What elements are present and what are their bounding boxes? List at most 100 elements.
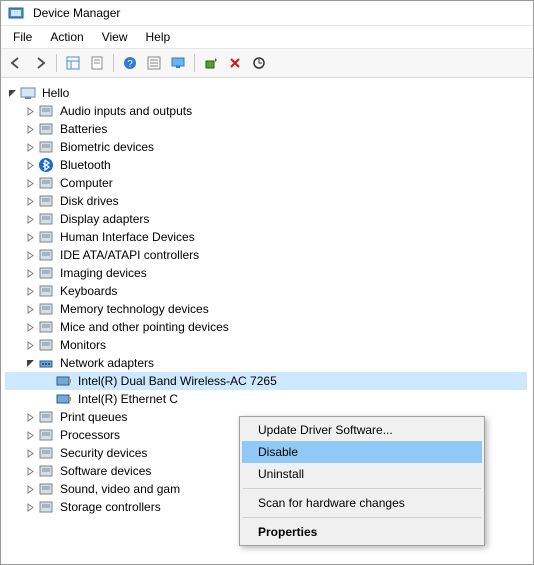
twisty-collapsed-icon[interactable] [23,413,37,422]
context-properties[interactable]: Properties [242,521,482,543]
context-update-driver[interactable]: Update Driver Software... [242,419,482,441]
toolbar-sep [113,54,114,72]
twisty-collapsed-icon[interactable] [23,107,37,116]
forward-button[interactable] [29,52,51,74]
root-node[interactable]: Hello [5,84,527,102]
disk-icon [38,193,54,209]
device-node[interactable]: Intel(R) Dual Band Wireless-AC 7265 [5,372,527,390]
console-tree-button[interactable] [62,52,84,74]
twisty-collapsed-icon[interactable] [23,467,37,476]
context-uninstall[interactable]: Uninstall [242,463,482,485]
app-icon [8,5,24,21]
fingerprint-icon [38,139,54,155]
twisty-collapsed-icon[interactable] [23,179,37,188]
twisty-collapsed-icon[interactable] [23,215,37,224]
back-button[interactable] [5,52,27,74]
twisty-collapsed-icon[interactable] [23,323,37,332]
uninstall-button[interactable] [224,52,246,74]
category-node[interactable]: Monitors [5,336,527,354]
category-label: Security devices [57,445,150,461]
category-label: Human Interface Devices [57,229,198,245]
category-label: Display adapters [57,211,152,227]
category-label: Print queues [57,409,130,425]
scan-hardware-button[interactable] [248,52,270,74]
menu-action[interactable]: Action [42,28,91,46]
nic-icon [56,373,72,389]
category-label: Storage controllers [57,499,164,515]
twisty-collapsed-icon[interactable] [23,143,37,152]
category-label: Processors [57,427,123,443]
twisty-collapsed-icon[interactable] [23,449,37,458]
twisty-collapsed-icon[interactable] [23,251,37,260]
battery-icon [38,121,54,137]
add-hardware-button[interactable] [200,52,222,74]
device-node[interactable]: Intel(R) Ethernet C [5,390,527,408]
category-node[interactable]: Audio inputs and outputs [5,102,527,120]
printer-icon [38,409,54,425]
category-node[interactable]: Biometric devices [5,138,527,156]
context-disable[interactable]: Disable [242,441,482,463]
category-node[interactable]: Display adapters [5,210,527,228]
display-icon [38,211,54,227]
cpu-icon [38,427,54,443]
twisty-collapsed-icon[interactable] [23,197,37,206]
category-node[interactable]: Mice and other pointing devices [5,318,527,336]
device-label: Intel(R) Dual Band Wireless-AC 7265 [75,373,280,389]
category-node[interactable]: Batteries [5,120,527,138]
twisty-collapsed-icon[interactable] [23,503,37,512]
twisty-expanded-icon[interactable] [23,359,37,368]
mouse-icon [38,319,54,335]
category-node[interactable]: Network adapters [5,354,527,372]
twisty-collapsed-icon[interactable] [23,269,37,278]
menu-file[interactable]: File [5,28,40,46]
speaker-icon [38,103,54,119]
context-scan[interactable]: Scan for hardware changes [242,492,482,514]
monitor-icon [38,337,54,353]
context-menu: Update Driver Software... Disable Uninst… [239,416,485,546]
device-tree[interactable]: Hello Audio inputs and outputs Batteries B… [1,78,533,522]
category-node[interactable]: Human Interface Devices [5,228,527,246]
category-label: Network adapters [57,355,157,371]
category-label: Keyboards [57,283,120,299]
category-node[interactable]: Imaging devices [5,264,527,282]
twisty-expanded-icon[interactable] [5,89,19,98]
hid-icon [38,229,54,245]
camera-icon [38,265,54,281]
menu-view[interactable]: View [94,28,136,46]
twisty-collapsed-icon[interactable] [23,161,37,170]
category-label: Bluetooth [57,157,114,173]
context-sep [243,488,481,489]
properties-button[interactable] [86,52,108,74]
help-button[interactable]: ? [119,52,141,74]
category-label: Biometric devices [57,139,157,155]
twisty-collapsed-icon[interactable] [23,305,37,314]
twisty-collapsed-icon[interactable] [23,125,37,134]
category-node[interactable]: IDE ATA/ATAPI controllers [5,246,527,264]
context-sep [243,517,481,518]
category-label: Batteries [57,121,110,137]
category-node[interactable]: Disk drives [5,192,527,210]
category-node[interactable]: Computer [5,174,527,192]
toolbar-sep [56,54,57,72]
software-icon [38,463,54,479]
twisty-collapsed-icon[interactable] [23,233,37,242]
twisty-collapsed-icon[interactable] [23,287,37,296]
twisty-collapsed-icon[interactable] [23,431,37,440]
category-node[interactable]: Keyboards [5,282,527,300]
category-label: Computer [57,175,116,191]
toolbar: ? [1,49,533,78]
category-label: IDE ATA/ATAPI controllers [57,247,202,263]
computer-icon [38,175,54,191]
device-label: Intel(R) Ethernet C [75,391,181,407]
action-list-button[interactable] [143,52,165,74]
category-node[interactable]: Bluetooth [5,156,527,174]
view-devices-button[interactable] [167,52,189,74]
menu-help[interactable]: Help [138,28,179,46]
twisty-collapsed-icon[interactable] [23,485,37,494]
twisty-collapsed-icon[interactable] [23,341,37,350]
storage-icon [38,499,54,515]
category-label: Audio inputs and outputs [57,103,195,119]
category-label: Sound, video and gam [57,481,183,497]
root-label: Hello [39,85,72,101]
category-node[interactable]: Memory technology devices [5,300,527,318]
